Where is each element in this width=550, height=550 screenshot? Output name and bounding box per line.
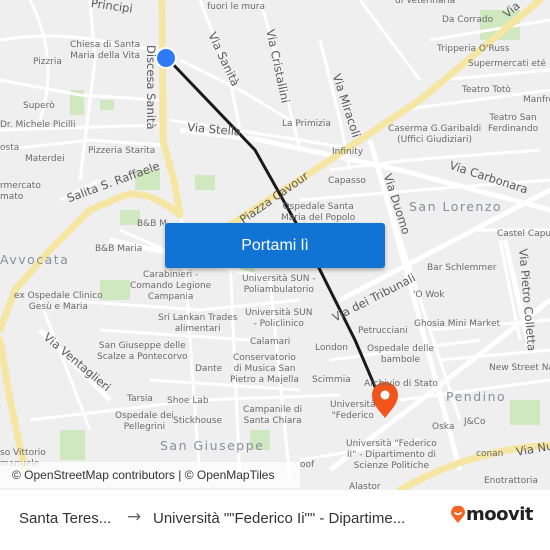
poi-picilli: Dr. Michele Picilli	[0, 120, 76, 130]
poi-conan: conan	[476, 449, 504, 459]
poi-bar-schlemmer: Bar Schlemmer	[427, 263, 497, 273]
poi-dante: Dante	[195, 364, 223, 374]
poi-sri-lankan: Sri Lankan Trades alimentari	[158, 313, 238, 334]
poi-scimmia: Scimmia	[312, 375, 351, 385]
poi-oska: Oska	[432, 422, 455, 432]
poi-new-street: New Street Nap	[489, 363, 550, 373]
poi-ospedale-pellegrini: Ospedale dei Pellegrini	[115, 411, 174, 432]
poi-chiesa-santa-maria: Chiesa di Santa Maria della Vita	[70, 40, 141, 61]
poi-supero: Superò	[23, 101, 55, 111]
poi-la-primizia: La Primizia	[282, 119, 331, 129]
poi-pizzeria-starita: Pizzeria Starita	[88, 146, 156, 156]
poi-teatro-san-ferdinando: Teatro San Ferdinando	[488, 113, 539, 134]
arrow-right-icon: →	[127, 507, 142, 527]
poi-ex-ospedale: ex Ospedale Clinico Gesù e Maria	[14, 291, 103, 312]
route-footer: Santa Teres... → Università ""Federico I…	[0, 490, 550, 550]
district-avvocata: Avvocata	[0, 252, 70, 267]
poi-costa: osta	[0, 143, 20, 153]
poi-materdei: Materdei	[25, 154, 65, 164]
poi-calamari: Calamari	[250, 337, 291, 347]
poi-shoe-lab: Shoe Lab	[167, 396, 209, 406]
poi-london: London	[315, 343, 348, 353]
poi-stickhouse: Stickhouse	[173, 416, 223, 426]
poi-ghosia: Ghosia Mini Market	[414, 319, 501, 329]
poi-univ-sun-poliambulatorio: Università SUN - Poliambulatorio	[242, 274, 316, 295]
poi-manfredi: Manfre	[523, 95, 550, 105]
poi-conservatorio: Conservatorio di Musica San Pietro a Maj…	[230, 353, 299, 385]
poi-fuori-le-mura: fuori le mura	[207, 2, 266, 12]
poi-supermercati-ete: Supermercati eté	[468, 59, 546, 69]
origin-stop-name: Santa Teres...	[19, 510, 112, 527]
map-attribution[interactable]: © OpenStreetMap contributors | © OpenMap…	[0, 462, 300, 488]
poi-caserma: Caserma G.Garibaldi (Uffici Giudiziari)	[388, 124, 482, 145]
poi-bb-m: B&B M	[137, 219, 167, 229]
poi-infinity: Infinity	[332, 147, 364, 157]
poi-ospedale-santa-maria: Ospedale Santa Maria del Popolo	[281, 202, 356, 223]
poi-campanile: Campanile di Santa Chiara	[243, 405, 303, 426]
street-discesa-sanita: Discesa Sanità	[144, 45, 158, 130]
moovit-logo[interactable]: moovit	[450, 504, 534, 525]
poi-univ-federico-destination[interactable]: Università "Federico II" - Dipartimento …	[346, 439, 437, 472]
take-me-there-button[interactable]: Portami lì	[165, 223, 385, 268]
poi-pizzeria: Pizzria	[33, 57, 62, 67]
moovit-pin-icon	[451, 505, 465, 523]
poi-oof: oof	[300, 460, 315, 470]
moovit-wordmark: moovit	[466, 504, 534, 525]
poi-capasso: Capasso	[328, 176, 366, 186]
poi-univ-federico-short: Università "Federico	[330, 400, 376, 421]
poi-teatro-toto: Teatro Totò	[462, 85, 511, 95]
poi-tripperia: Tripperia O'Russ	[437, 44, 510, 54]
origin-marker[interactable]	[155, 47, 177, 69]
poi-petrucciani: Petrucciani	[358, 326, 408, 336]
poi-enotrattoria: Enotrattoria	[484, 476, 538, 486]
poi-supermercato: rmercato mato	[0, 181, 41, 202]
poi-alastor: Alastor	[349, 482, 381, 490]
poi-tarsia: Tarsia	[127, 394, 153, 404]
poi-ospedale-bambole: Ospedale delle bambole	[367, 344, 434, 365]
district-pendino: Pendino	[446, 389, 507, 404]
poi-o-wok: 'O Wok	[413, 290, 445, 300]
poi-carabinieri: Carabinieri - Comando Legione Campania	[130, 270, 212, 302]
poi-bb-maria: B&B Maria	[95, 244, 143, 254]
map-view[interactable]: fuori le mura di Veterinaria Chiesa di S…	[0, 0, 550, 490]
poi-univ-sun-policlinico: Università SUN - Policlinico	[245, 308, 313, 329]
poi-castel-capuano: Castel Capua	[497, 229, 550, 239]
poi-veterinaria: di Veterinaria	[395, 0, 456, 6]
poi-jco: J&Co	[464, 417, 486, 427]
destination-stop-name: Università ""Federico Ii"" - Dipartime..…	[153, 510, 406, 527]
poi-da-corrado: Da Corrado	[442, 15, 494, 25]
poi-archivio-di-stato: Archivio di Stato	[364, 379, 438, 389]
district-san-lorenzo: San Lorenzo	[409, 199, 503, 214]
district-san-giuseppe: San Giuseppe	[160, 438, 265, 453]
poi-san-giuseppe-scalze: San Giuseppe delle Scalze a Pontecorvo	[97, 341, 188, 362]
